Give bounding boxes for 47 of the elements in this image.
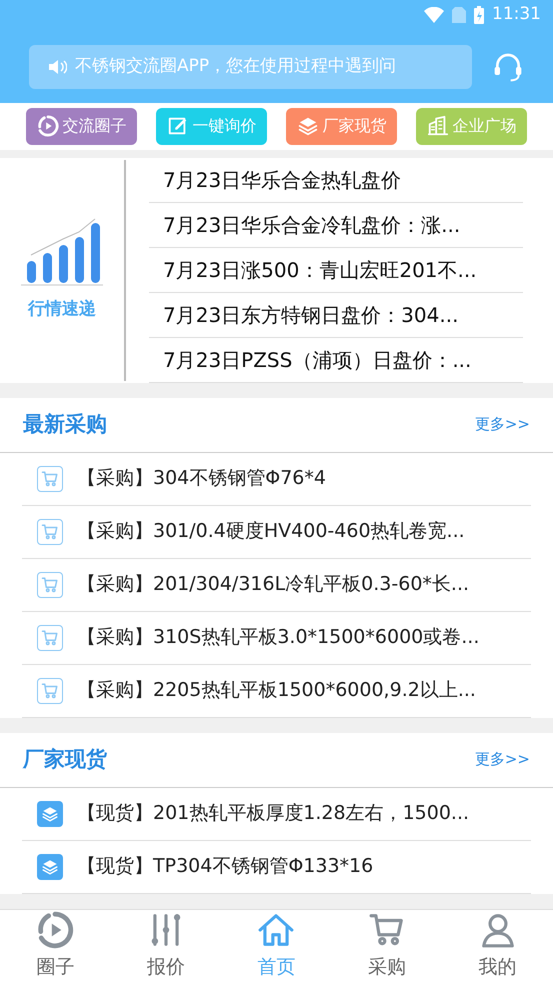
more-link[interactable]: 更多>> <box>474 413 530 436</box>
section-title: 厂家现货 <box>23 746 107 773</box>
play-circle-icon <box>36 911 74 950</box>
news-item[interactable]: 7月23日华乐合金冷轧盘价：涨... <box>149 202 523 248</box>
wifi-icon <box>424 7 444 23</box>
layers-icon <box>296 115 318 138</box>
tab[interactable]: 我的 <box>442 911 553 982</box>
no-sim-icon <box>452 7 466 23</box>
list-item[interactable]: 【采购】2205热轧平板1500*6000,9.2以上... <box>22 664 531 718</box>
notice-text: 不锈钢交流圈APP，您在使用过程中遇到问 <box>75 54 396 78</box>
list-item-text: 【现货】TP304不锈钢管Φ133*16 <box>77 854 374 880</box>
section-title: 最新采购 <box>23 410 107 438</box>
list-item[interactable]: 【现货】201热轧平板厚度1.28左右，1500... <box>22 788 531 841</box>
tab[interactable]: 报价 <box>110 911 222 982</box>
news-item[interactable]: 7月23日东方特钢日盘价：304... <box>149 292 523 338</box>
list-item[interactable]: 【现货】TP304不锈钢管Φ133*16 <box>22 840 531 894</box>
news-item[interactable]: 7月23日华乐合金热轧盘价 <box>149 158 523 203</box>
cart-icon <box>37 466 63 492</box>
list-item-text: 【采购】2205热轧平板1500*6000,9.2以上... <box>77 678 476 704</box>
tab[interactable]: 采购 <box>332 911 442 982</box>
battery-icon <box>474 6 484 24</box>
news-item[interactable]: 7月23日PZSS（浦项）日盘价：... <box>149 338 523 383</box>
status-time: 11:31 <box>492 3 541 26</box>
more-link[interactable]: 更多>> <box>474 748 530 771</box>
cart-icon <box>37 624 63 651</box>
speaker-icon <box>49 60 67 74</box>
list-item[interactable]: 【采购】201/304/316L冷轧平板0.3-60*长... <box>22 558 531 612</box>
play-circle-icon <box>36 115 58 138</box>
list-item[interactable]: 【采购】301/0.4硬度HV400-460热轧卷宽... <box>22 506 531 559</box>
list-item-text: 【采购】201/304/316L冷轧平板0.3-60*长... <box>77 572 470 598</box>
cart-icon <box>37 518 63 545</box>
headset-icon[interactable] <box>492 50 524 82</box>
tab[interactable]: 圈子 <box>0 911 111 982</box>
list-item[interactable]: 【采购】310S热轧平板3.0*1500*6000或卷... <box>22 612 531 665</box>
list-item[interactable]: 【采购】304不锈钢管Φ76*4 <box>22 452 531 506</box>
list-item-text: 【采购】301/0.4硬度HV400-460热轧卷宽... <box>77 519 465 544</box>
edit-icon <box>166 115 188 138</box>
list-item-text: 【现货】201热轧平板厚度1.28左右，1500... <box>77 801 470 826</box>
cart-icon <box>37 678 63 704</box>
cart-icon <box>37 572 63 598</box>
building-icon <box>426 115 448 138</box>
layers-icon <box>37 800 63 827</box>
list-item-text: 【采购】310S热轧平板3.0*1500*6000或卷... <box>77 625 480 650</box>
layers-icon <box>37 854 63 880</box>
news-label: 行情速递 <box>28 298 96 322</box>
list-item-text: 【采购】304不锈钢管Φ76*4 <box>77 466 326 492</box>
news-item[interactable]: 7月23日涨500：青山宏旺201不... <box>149 248 523 293</box>
